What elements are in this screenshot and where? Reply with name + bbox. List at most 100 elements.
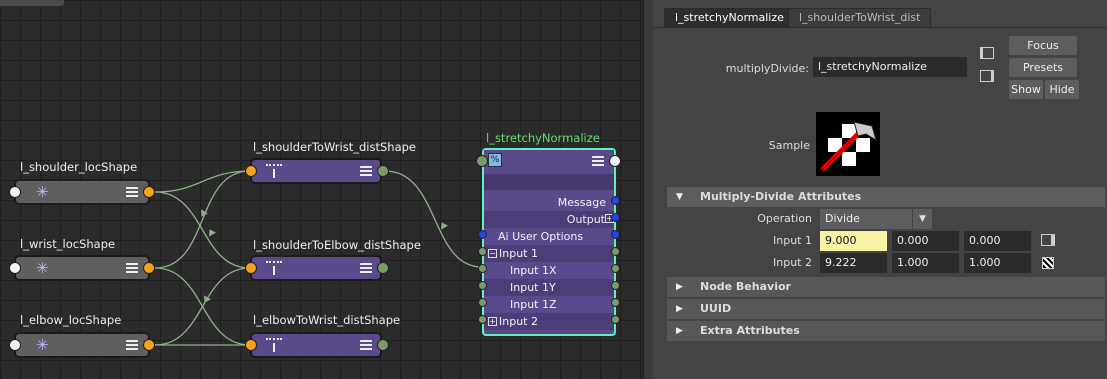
input1-y-field[interactable]: 0.000	[892, 231, 959, 251]
distance-icon	[266, 164, 282, 178]
node-stretchy-normalize[interactable]: % Message Output + Ai User Options − Input…	[482, 148, 616, 336]
node-menu-icon[interactable]	[592, 156, 604, 167]
port-sedist-in[interactable]	[245, 262, 257, 274]
port-ai-out[interactable]	[611, 230, 620, 239]
node-elbow-loc[interactable]: ✳	[14, 332, 150, 358]
expanded-triangle-icon: ▼	[676, 192, 683, 202]
input2-label: Input 2	[773, 256, 812, 269]
attr-label-input1x: Input 1X	[510, 264, 557, 277]
locator-icon: ✳	[36, 259, 49, 277]
section-uuid[interactable]: ▶ UUID	[667, 299, 1105, 319]
attr-row-input2[interactable]: + Input 2	[484, 313, 614, 330]
input1-x-field[interactable]: 9.000	[820, 231, 887, 251]
attr-row-input1x[interactable]: Input 1X	[484, 262, 614, 279]
port-input1x-in[interactable]	[478, 264, 487, 273]
attr-row-message[interactable]: Message	[484, 194, 614, 211]
port-ewdist-in[interactable]	[245, 339, 257, 351]
node-wrist-loc[interactable]: ✳	[14, 255, 150, 281]
port-md-out[interactable]	[609, 155, 621, 167]
port-md-in[interactable]	[476, 155, 488, 167]
node-menu-icon[interactable]	[126, 187, 138, 198]
port-ai-in[interactable]	[478, 230, 487, 239]
input2-x-field[interactable]: 9.222	[820, 253, 887, 273]
section-node-behavior[interactable]: ▶ Node Behavior	[667, 277, 1105, 297]
port-elbow-loc-out[interactable]	[143, 339, 155, 351]
port-input2-out[interactable]	[611, 315, 620, 324]
section-title-multiply-divide: Multiply-Divide Attributes	[700, 190, 862, 203]
load-output-icon[interactable]	[980, 70, 994, 82]
link-elbow-to-sedist	[154, 267, 251, 346]
collapse-icon[interactable]: −	[488, 249, 497, 258]
section-extra-attributes[interactable]: ▶ Extra Attributes	[667, 321, 1105, 341]
node-title-shoulder-loc: l_shoulder_locShape	[20, 160, 138, 174]
sample-label: Sample	[768, 139, 810, 152]
section-title-uuid: UUID	[700, 302, 732, 315]
port-shoulder-loc-out[interactable]	[143, 186, 155, 198]
section-multiply-divide[interactable]: ▼ Multiply-Divide Attributes	[667, 187, 1105, 207]
attribute-editor: l_stretchyNormalize l_shoulderToWrist_di…	[654, 0, 1107, 379]
node-shoulder-to-elbow-dist[interactable]	[250, 255, 382, 281]
attr-label-ai-user-options: Ai User Options	[498, 230, 584, 243]
collapsed-triangle-icon: ▶	[676, 326, 683, 336]
attr-row-ai-user-options[interactable]: Ai User Options	[484, 228, 614, 245]
node-title-elbow-loc: l_elbow_locShape	[20, 313, 122, 327]
port-input1x-out[interactable]	[611, 264, 620, 273]
connection-icon[interactable]	[1041, 234, 1055, 246]
port-input1z-in[interactable]	[478, 298, 487, 307]
port-input1y-out[interactable]	[611, 281, 620, 290]
link-shoulder-to-sedist	[154, 191, 251, 269]
node-name-field[interactable]: l_stretchyNormalize	[813, 57, 967, 77]
node-title-wrist-loc: l_wrist_locShape	[20, 237, 116, 251]
port-wrist-loc-in[interactable]	[9, 262, 21, 274]
node-menu-icon[interactable]	[126, 263, 138, 274]
load-input-icon[interactable]	[980, 47, 994, 59]
chevron-down-icon[interactable]: ▼	[912, 209, 932, 229]
port-elbow-loc-in[interactable]	[9, 339, 21, 351]
input2-y-field[interactable]: 1.000	[892, 253, 959, 273]
port-input1y-in[interactable]	[478, 281, 487, 290]
node-title-elbow-to-wrist: l_elbowToWrist_distShape	[253, 313, 401, 327]
port-input1-out[interactable]	[611, 247, 620, 256]
checker-map-icon[interactable]	[1042, 257, 1054, 269]
section-title-extra-attributes: Extra Attributes	[700, 324, 800, 337]
attr-row-output[interactable]: Output +	[484, 211, 614, 228]
node-title-shoulder-to-wrist: l_shoulderToWrist_distShape	[253, 140, 416, 154]
tab-stretchy-normalize[interactable]: l_stretchyNormalize	[664, 8, 795, 27]
input2-z-field[interactable]: 1.000	[964, 253, 1031, 273]
port-message-out[interactable]	[611, 196, 620, 205]
node-band	[484, 174, 614, 190]
multiply-divide-sample-icon	[820, 121, 877, 172]
node-menu-icon[interactable]	[360, 340, 372, 351]
node-shoulder-loc[interactable]: ✳	[14, 179, 150, 205]
port-swdist-out[interactable]	[377, 165, 389, 177]
port-input2-in[interactable]	[478, 315, 487, 324]
port-output-out[interactable]	[611, 213, 620, 222]
attr-row-input1z[interactable]: Input 1Z	[484, 296, 614, 313]
node-editor-graph[interactable]: l_shoulder_locShape ✳ l_wrist_locShape ✳…	[0, 0, 643, 379]
collapsed-triangle-icon: ▶	[676, 282, 683, 292]
port-shoulder-loc-in[interactable]	[9, 186, 21, 198]
show-button[interactable]: Show	[1009, 80, 1043, 99]
port-sedist-out[interactable]	[377, 262, 389, 274]
input1-z-field[interactable]: 0.000	[964, 231, 1031, 251]
attr-label-input1y: Input 1Y	[510, 281, 556, 294]
node-menu-icon[interactable]	[360, 166, 372, 177]
port-input1-in[interactable]	[478, 247, 487, 256]
port-input1z-out[interactable]	[611, 298, 620, 307]
panel-divider[interactable]	[643, 0, 653, 379]
attr-row-input1[interactable]: − Input 1	[484, 245, 614, 262]
expand-icon[interactable]: +	[488, 317, 497, 326]
hide-button[interactable]: Hide	[1045, 80, 1079, 99]
focus-button[interactable]: Focus	[1009, 36, 1077, 55]
attr-row-input1y[interactable]: Input 1Y	[484, 279, 614, 296]
node-menu-icon[interactable]	[360, 263, 372, 274]
port-wrist-loc-out[interactable]	[143, 262, 155, 274]
node-shoulder-to-wrist-dist[interactable]	[250, 158, 382, 184]
node-menu-icon[interactable]	[126, 340, 138, 351]
node-elbow-to-wrist-dist[interactable]	[250, 332, 382, 358]
tab-shoulder-to-wrist-dist[interactable]: l_shoulderToWrist_dist	[788, 8, 932, 27]
presets-button[interactable]: Presets	[1009, 58, 1077, 77]
port-ewdist-out[interactable]	[377, 339, 389, 351]
port-swdist-in[interactable]	[245, 165, 257, 177]
locator-icon: ✳	[36, 183, 49, 201]
